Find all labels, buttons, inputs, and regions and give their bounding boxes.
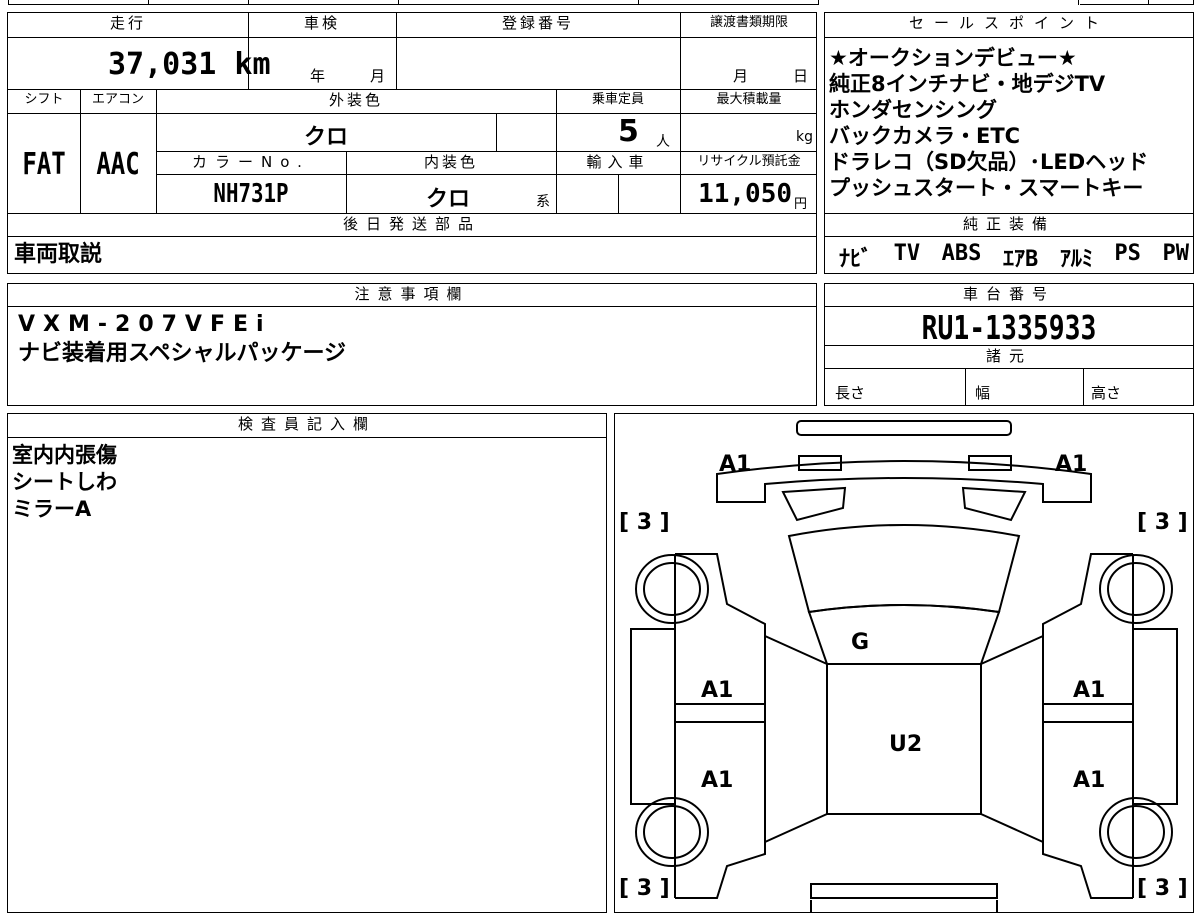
vehicle-info-table: 走行 車検 登録番号 譲渡書類期限 37,031 km 年 月 月 日 シフト … — [7, 12, 817, 274]
mark-right-rear-door: A1 — [1073, 768, 1106, 793]
mark-front-right-corner: A1 — [1055, 452, 1088, 477]
car-outline-diagram — [630, 420, 1178, 912]
equipment-item: ﾅﾋﾞ — [839, 247, 873, 272]
specs-label: 諸元 — [985, 347, 1032, 365]
color-no-value: NH731P — [213, 179, 289, 209]
mileage-value: 37,031 km — [108, 47, 271, 82]
length-label: 長さ — [835, 384, 866, 402]
transfer-deadline-label: 譲渡書類期限 — [709, 15, 788, 30]
exterior-color-label: 外装色 — [328, 91, 383, 109]
sales-point-item: 純正8インチナビ・地デジTV — [829, 72, 1106, 96]
equipment-item: ｴｱB — [1003, 247, 1039, 272]
notes-panel: 注意事項欄 VXM-207VFEi ナビ装着用スペシャルパッケージ — [7, 283, 817, 406]
mark-right-front-door: A1 — [1073, 678, 1106, 703]
chassis-label: 車台番号 — [962, 285, 1055, 303]
equipment-label: 純正装備 — [962, 215, 1055, 233]
transfer-month-unit: 月 — [733, 67, 749, 85]
shipping-label: 後日発送部品 — [342, 215, 481, 233]
equipment-item: ｱﾙﾐ — [1059, 247, 1093, 272]
mileage-label: 走行 — [109, 14, 146, 32]
shipping-value: 車両取説 — [14, 242, 103, 267]
interior-color-value: クロ — [426, 187, 471, 212]
transfer-day-unit: 日 — [793, 67, 809, 85]
inspector-label: 検査員記入欄 — [237, 415, 376, 433]
color-no-label: カラーNo. — [192, 153, 310, 171]
aircon-value: AAC — [96, 147, 140, 182]
equipment-item: TV — [893, 241, 921, 266]
inspection-year-unit: 年 — [310, 67, 326, 85]
sales-points-panel: セールスポイント ★オークションデビュー★ 純正8インチナビ・地デジTV ホンダ… — [824, 12, 1194, 274]
equipment-item: PW — [1162, 241, 1190, 266]
chassis-number: RU1-1335933 — [921, 308, 1097, 347]
import-label: 輸入車 — [586, 153, 650, 171]
recycle-fee-value: 11,050 — [698, 179, 792, 209]
mark-tire-rear-left: [ 3 ] — [619, 876, 670, 901]
top-cutoff-row — [8, 0, 1194, 5]
sales-point-item: バックカメラ・ETC — [829, 124, 1021, 148]
inspector-panel: 検査員記入欄 室内内張傷 シートしわ ミラーA — [7, 413, 607, 913]
equipment-list: ﾅﾋﾞ TV ABS ｴｱB ｱﾙﾐ PS PW — [839, 241, 1189, 273]
inspector-note: 室内内張傷 — [12, 443, 117, 467]
registration-label: 登録番号 — [501, 14, 574, 32]
mark-hood: G — [851, 630, 870, 655]
capacity-value: 5 — [618, 114, 639, 149]
mark-left-front-door: A1 — [701, 678, 734, 703]
interior-color-suffix: 系 — [536, 194, 550, 210]
capacity-label: 乗車定員 — [591, 92, 644, 107]
aircon-label: エアコン — [91, 92, 144, 107]
car-diagram-panel: A1 A1 G U2 A1 A1 A1 A1 [ 3 ] [ 3 ] [ 3 ]… — [614, 413, 1194, 913]
shift-label: シフト — [24, 92, 64, 107]
notes-line-1: VXM-207VFEi — [18, 312, 272, 337]
max-load-label: 最大積載量 — [716, 92, 782, 107]
inspector-note: シートしわ — [12, 470, 117, 494]
notes-label: 注意事項欄 — [354, 285, 470, 303]
inspection-month-unit: 月 — [370, 67, 386, 85]
equipment-item: PS — [1114, 241, 1141, 266]
exterior-color-value: クロ — [304, 125, 349, 150]
max-load-unit: kg — [796, 129, 813, 145]
equipment-item: ABS — [941, 241, 982, 266]
height-label: 高さ — [1091, 384, 1122, 402]
inspector-note: ミラーA — [12, 497, 92, 521]
width-label: 幅 — [975, 384, 991, 402]
mark-tire-rear-right: [ 3 ] — [1137, 876, 1188, 901]
notes-line-2: ナビ装着用スペシャルパッケージ — [18, 341, 347, 366]
inspection-label: 車検 — [303, 14, 340, 32]
interior-color-label: 内装色 — [423, 153, 478, 171]
mark-tire-front-left: [ 3 ] — [619, 510, 670, 535]
sales-point-item: ★オークションデビュー★ — [829, 46, 1077, 70]
mark-roof: U2 — [889, 732, 923, 757]
chassis-panel: 車台番号 RU1-1335933 諸元 長さ 幅 高さ — [824, 283, 1194, 406]
sales-point-item: ドラレコ（SD欠品）･LEDヘッド — [829, 150, 1149, 174]
mark-front-left-corner: A1 — [719, 452, 752, 477]
sales-point-item: プッシュスタート・スマートキー — [829, 176, 1144, 200]
mark-left-rear-door: A1 — [701, 768, 734, 793]
sales-point-item: ホンダセンシング — [829, 98, 997, 122]
shift-value: FAT — [22, 147, 66, 182]
mark-tire-front-right: [ 3 ] — [1137, 510, 1188, 535]
sales-points-label: セールスポイント — [908, 14, 1109, 32]
recycle-label: リサイクル預託金 — [697, 154, 801, 169]
recycle-unit: 円 — [794, 197, 808, 212]
capacity-unit: 人 — [656, 134, 670, 150]
